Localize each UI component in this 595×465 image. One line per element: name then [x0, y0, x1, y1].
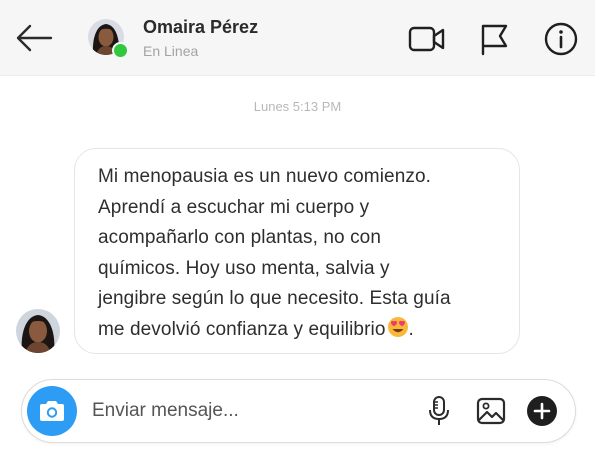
- message-timestamp: Lunes 5:13 PM: [253, 99, 342, 114]
- message-line: me devolvió confianza y equilibrio: [98, 318, 386, 340]
- gallery-button[interactable]: [474, 394, 508, 428]
- avatar-image: [16, 309, 60, 353]
- chat-screen: Omaira Pérez En Linea Lunes 5:13 PM Mi m…: [0, 0, 595, 465]
- arrow-left-icon: [16, 24, 53, 52]
- microphone-icon: [429, 396, 449, 425]
- more-options-button[interactable]: [525, 394, 559, 428]
- message-last-line: me devolvió confianza y equilibrio .: [98, 315, 499, 346]
- message-line: Mi menopausia es un nuevo comienzo.: [98, 166, 432, 187]
- online-status-dot: [112, 42, 129, 59]
- message-line: químicos. Hoy uso menta, salvia y: [98, 257, 390, 279]
- info-button[interactable]: [541, 20, 581, 58]
- message-composer: [21, 379, 576, 443]
- chat-header: Omaira Pérez En Linea: [0, 0, 595, 76]
- contact-status: En Linea: [143, 43, 199, 59]
- camera-icon: [40, 401, 64, 421]
- message-line: Aprendí a escuchar mi cuerpo y: [98, 196, 370, 218]
- voice-message-button[interactable]: [422, 394, 456, 428]
- message-trailing-period: .: [408, 318, 414, 340]
- camera-button[interactable]: [27, 386, 77, 436]
- message-input[interactable]: [92, 394, 402, 428]
- flag-icon: [481, 24, 508, 56]
- report-button[interactable]: [474, 20, 514, 58]
- video-call-button[interactable]: [407, 20, 447, 58]
- contact-name[interactable]: Omaira Pérez: [143, 17, 258, 38]
- contact-avatar[interactable]: [88, 19, 129, 59]
- message-line: jengibre según lo que necesito. Esta guí…: [98, 288, 451, 309]
- message-bubble[interactable]: Mi menopausia es un nuevo comienzo. Apre…: [74, 148, 520, 354]
- message-line: acompañarlo con plantas, no con: [98, 227, 382, 248]
- image-icon: [476, 397, 506, 425]
- back-button[interactable]: [14, 20, 54, 56]
- sender-avatar[interactable]: [16, 309, 60, 353]
- heart-eyes-emoji: [387, 316, 408, 337]
- plus-circle-icon: [527, 396, 557, 426]
- info-icon: [544, 22, 578, 56]
- video-camera-icon: [408, 26, 445, 52]
